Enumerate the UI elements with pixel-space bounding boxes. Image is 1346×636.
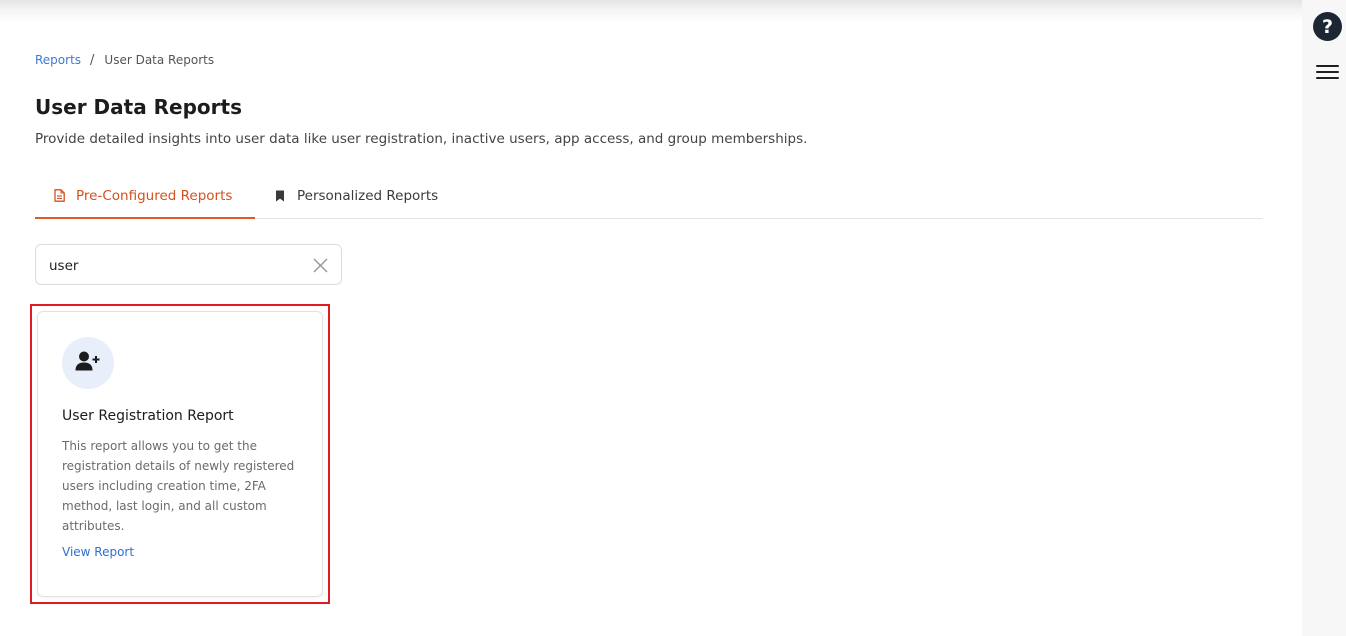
hamburger-menu-icon[interactable]	[1316, 63, 1339, 81]
tab-label: Pre-Configured Reports	[76, 187, 233, 204]
right-rail	[1302, 0, 1346, 636]
bookmark-icon	[273, 189, 287, 203]
question-icon: ?	[1321, 15, 1334, 38]
tab-label: Personalized Reports	[297, 188, 439, 204]
tab-personalized-reports[interactable]: Personalized Reports	[273, 174, 438, 218]
search-input[interactable]	[49, 256, 299, 276]
breadcrumb-current: User Data Reports	[104, 53, 215, 67]
report-card-user-registration[interactable]: User Registration Report This report all…	[37, 311, 323, 597]
view-report-link[interactable]: View Report	[62, 545, 134, 559]
tab-pre-configured-reports[interactable]: Pre-Configured Reports	[35, 174, 255, 219]
report-tabs: Pre-Configured Reports Personalized Repo…	[35, 174, 1263, 219]
search-box	[35, 244, 342, 285]
breadcrumb: Reports / User Data Reports	[35, 52, 214, 68]
top-shadow	[0, 0, 1302, 22]
card-title: User Registration Report	[62, 408, 234, 424]
breadcrumb-separator: /	[90, 52, 95, 68]
breadcrumb-reports-link[interactable]: Reports	[35, 53, 81, 67]
close-icon[interactable]	[312, 257, 329, 274]
page-title: User Data Reports	[35, 95, 243, 119]
card-description: This report allows you to get the regist…	[62, 439, 295, 533]
document-icon	[52, 189, 66, 203]
card-icon-circle	[62, 337, 114, 389]
help-button[interactable]: ?	[1313, 12, 1342, 41]
user-plus-icon	[75, 350, 101, 376]
page-description: Provide detailed insights into user data…	[35, 131, 808, 147]
